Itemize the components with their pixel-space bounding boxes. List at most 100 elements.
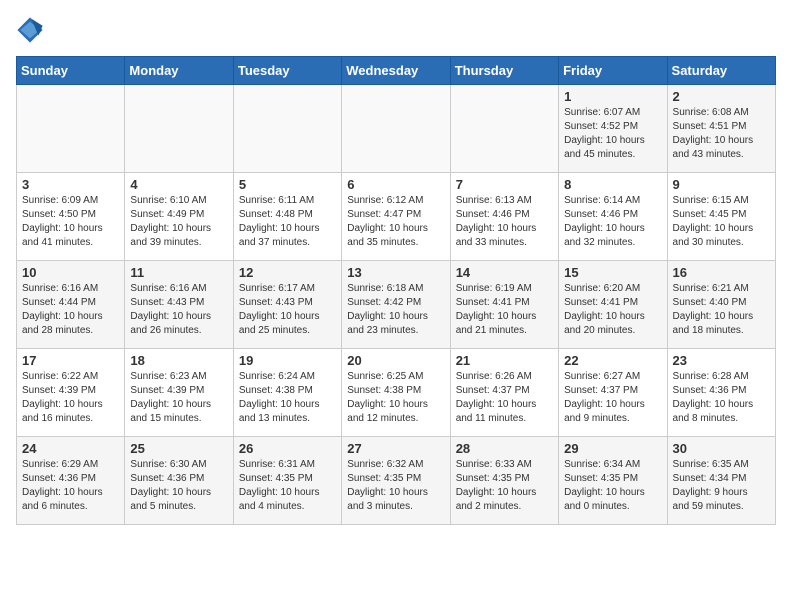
day-info: Sunrise: 6:26 AM Sunset: 4:37 PM Dayligh…: [456, 370, 553, 426]
day-info: Sunrise: 6:10 AM Sunset: 4:49 PM Dayligh…: [130, 194, 227, 250]
weekday-header-row: SundayMondayTuesdayWednesdayThursdayFrid…: [17, 57, 776, 85]
day-info: Sunrise: 6:30 AM Sunset: 4:36 PM Dayligh…: [130, 458, 227, 514]
calendar-cell: 2 Sunrise: 6:08 AM Sunset: 4:51 PM Daylig…: [667, 85, 775, 173]
weekday-header-sunday: Sunday: [17, 57, 125, 85]
day-info: Sunrise: 6:16 AM Sunset: 4:43 PM Dayligh…: [130, 282, 227, 338]
calendar-cell: 30 Sunrise: 6:35 AM Sunset: 4:34 PM Dayli…: [667, 437, 775, 525]
calendar-cell: 9 Sunrise: 6:15 AM Sunset: 4:45 PM Daylig…: [667, 173, 775, 261]
day-number: 13: [347, 265, 444, 280]
day-number: 18: [130, 353, 227, 368]
day-number: 15: [564, 265, 661, 280]
day-number: 16: [673, 265, 770, 280]
day-info: Sunrise: 6:13 AM Sunset: 4:46 PM Dayligh…: [456, 194, 553, 250]
page-header: [16, 16, 776, 44]
weekday-header-thursday: Thursday: [450, 57, 558, 85]
day-info: Sunrise: 6:09 AM Sunset: 4:50 PM Dayligh…: [22, 194, 119, 250]
day-number: 5: [239, 177, 336, 192]
day-number: 22: [564, 353, 661, 368]
calendar-cell: 4 Sunrise: 6:10 AM Sunset: 4:49 PM Daylig…: [125, 173, 233, 261]
calendar-cell: [342, 85, 450, 173]
calendar-cell: 20Sunrise: 6:25 AM Sunset: 4:38 PM Dayli…: [342, 349, 450, 437]
calendar-cell: [125, 85, 233, 173]
calendar-cell: 13 Sunrise: 6:18 AM Sunset: 4:42 PM Dayli…: [342, 261, 450, 349]
day-info: Sunrise: 6:11 AM Sunset: 4:48 PM Dayligh…: [239, 194, 336, 250]
calendar-cell: [233, 85, 341, 173]
day-number: 28: [456, 441, 553, 456]
day-info: Sunrise: 6:34 AM Sunset: 4:35 PM Dayligh…: [564, 458, 661, 514]
day-number: 29: [564, 441, 661, 456]
calendar-week-row: 17 Sunrise: 6:22 AM Sunset: 4:39 PM Dayli…: [17, 349, 776, 437]
day-number: 26: [239, 441, 336, 456]
day-number: 27: [347, 441, 444, 456]
day-number: 9: [673, 177, 770, 192]
day-number: 12: [239, 265, 336, 280]
day-number: 20: [347, 353, 444, 368]
calendar-cell: 19 Sunrise: 6:24 AM Sunset: 4:38 PM Dayli…: [233, 349, 341, 437]
day-info: Sunrise: 6:08 AM Sunset: 4:51 PM Dayligh…: [673, 106, 770, 162]
day-number: 11: [130, 265, 227, 280]
day-info: Sunrise: 6:33 AM Sunset: 4:35 PM Dayligh…: [456, 458, 553, 514]
calendar-cell: 8Sunrise: 6:14 AM Sunset: 4:46 PM Daylig…: [559, 173, 667, 261]
calendar-cell: 15 Sunrise: 6:20 AM Sunset: 4:41 PM Dayli…: [559, 261, 667, 349]
day-info: Sunrise: 6:18 AM Sunset: 4:42 PM Dayligh…: [347, 282, 444, 338]
logo-icon: [16, 16, 44, 44]
day-number: 1: [564, 89, 661, 104]
calendar-table: SundayMondayTuesdayWednesdayThursdayFrid…: [16, 56, 776, 525]
day-number: 14: [456, 265, 553, 280]
day-number: 10: [22, 265, 119, 280]
day-info: Sunrise: 6:35 AM Sunset: 4:34 PM Dayligh…: [673, 458, 770, 514]
calendar-week-row: 10 Sunrise: 6:16 AM Sunset: 4:44 PM Dayli…: [17, 261, 776, 349]
calendar-cell: 25 Sunrise: 6:30 AM Sunset: 4:36 PM Dayli…: [125, 437, 233, 525]
calendar-cell: 28 Sunrise: 6:33 AM Sunset: 4:35 PM Dayli…: [450, 437, 558, 525]
calendar-week-row: 3 Sunrise: 6:09 AM Sunset: 4:50 PM Daylig…: [17, 173, 776, 261]
calendar-cell: 22 Sunrise: 6:27 AM Sunset: 4:37 PM Dayli…: [559, 349, 667, 437]
day-number: 21: [456, 353, 553, 368]
calendar-cell: [17, 85, 125, 173]
day-info: Sunrise: 6:12 AM Sunset: 4:47 PM Dayligh…: [347, 194, 444, 250]
day-info: Sunrise: 6:27 AM Sunset: 4:37 PM Dayligh…: [564, 370, 661, 426]
weekday-header-friday: Friday: [559, 57, 667, 85]
day-info: Sunrise: 6:21 AM Sunset: 4:40 PM Dayligh…: [673, 282, 770, 338]
day-info: Sunrise: 6:24 AM Sunset: 4:38 PM Dayligh…: [239, 370, 336, 426]
calendar-cell: 23 Sunrise: 6:28 AM Sunset: 4:36 PM Dayli…: [667, 349, 775, 437]
calendar-week-row: 1Sunrise: 6:07 AM Sunset: 4:52 PM Daylig…: [17, 85, 776, 173]
calendar-cell: 6 Sunrise: 6:12 AM Sunset: 4:47 PM Daylig…: [342, 173, 450, 261]
weekday-header-saturday: Saturday: [667, 57, 775, 85]
calendar-cell: 10 Sunrise: 6:16 AM Sunset: 4:44 PM Dayli…: [17, 261, 125, 349]
day-number: 23: [673, 353, 770, 368]
calendar-cell: 18 Sunrise: 6:23 AM Sunset: 4:39 PM Dayli…: [125, 349, 233, 437]
day-number: 24: [22, 441, 119, 456]
weekday-header-tuesday: Tuesday: [233, 57, 341, 85]
calendar-cell: 29 Sunrise: 6:34 AM Sunset: 4:35 PM Dayli…: [559, 437, 667, 525]
day-info: Sunrise: 6:19 AM Sunset: 4:41 PM Dayligh…: [456, 282, 553, 338]
day-info: Sunrise: 6:15 AM Sunset: 4:45 PM Dayligh…: [673, 194, 770, 250]
calendar-cell: 24 Sunrise: 6:29 AM Sunset: 4:36 PM Dayli…: [17, 437, 125, 525]
calendar-cell: 7Sunrise: 6:13 AM Sunset: 4:46 PM Daylig…: [450, 173, 558, 261]
calendar-cell: 1Sunrise: 6:07 AM Sunset: 4:52 PM Daylig…: [559, 85, 667, 173]
day-info: Sunrise: 6:29 AM Sunset: 4:36 PM Dayligh…: [22, 458, 119, 514]
day-info: Sunrise: 6:31 AM Sunset: 4:35 PM Dayligh…: [239, 458, 336, 514]
calendar-cell: 26 Sunrise: 6:31 AM Sunset: 4:35 PM Dayli…: [233, 437, 341, 525]
day-number: 25: [130, 441, 227, 456]
day-number: 6: [347, 177, 444, 192]
day-info: Sunrise: 6:23 AM Sunset: 4:39 PM Dayligh…: [130, 370, 227, 426]
day-number: 17: [22, 353, 119, 368]
calendar-cell: 27Sunrise: 6:32 AM Sunset: 4:35 PM Dayli…: [342, 437, 450, 525]
day-number: 2: [673, 89, 770, 104]
calendar-cell: [450, 85, 558, 173]
day-info: Sunrise: 6:20 AM Sunset: 4:41 PM Dayligh…: [564, 282, 661, 338]
day-number: 19: [239, 353, 336, 368]
calendar-cell: 12Sunrise: 6:17 AM Sunset: 4:43 PM Dayli…: [233, 261, 341, 349]
day-number: 30: [673, 441, 770, 456]
logo: [16, 16, 48, 44]
calendar-cell: 11 Sunrise: 6:16 AM Sunset: 4:43 PM Dayli…: [125, 261, 233, 349]
day-info: Sunrise: 6:16 AM Sunset: 4:44 PM Dayligh…: [22, 282, 119, 338]
calendar-cell: 5 Sunrise: 6:11 AM Sunset: 4:48 PM Daylig…: [233, 173, 341, 261]
day-number: 4: [130, 177, 227, 192]
day-info: Sunrise: 6:28 AM Sunset: 4:36 PM Dayligh…: [673, 370, 770, 426]
calendar-cell: 16 Sunrise: 6:21 AM Sunset: 4:40 PM Dayli…: [667, 261, 775, 349]
day-info: Sunrise: 6:22 AM Sunset: 4:39 PM Dayligh…: [22, 370, 119, 426]
day-number: 3: [22, 177, 119, 192]
calendar-cell: 14 Sunrise: 6:19 AM Sunset: 4:41 PM Dayli…: [450, 261, 558, 349]
weekday-header-wednesday: Wednesday: [342, 57, 450, 85]
